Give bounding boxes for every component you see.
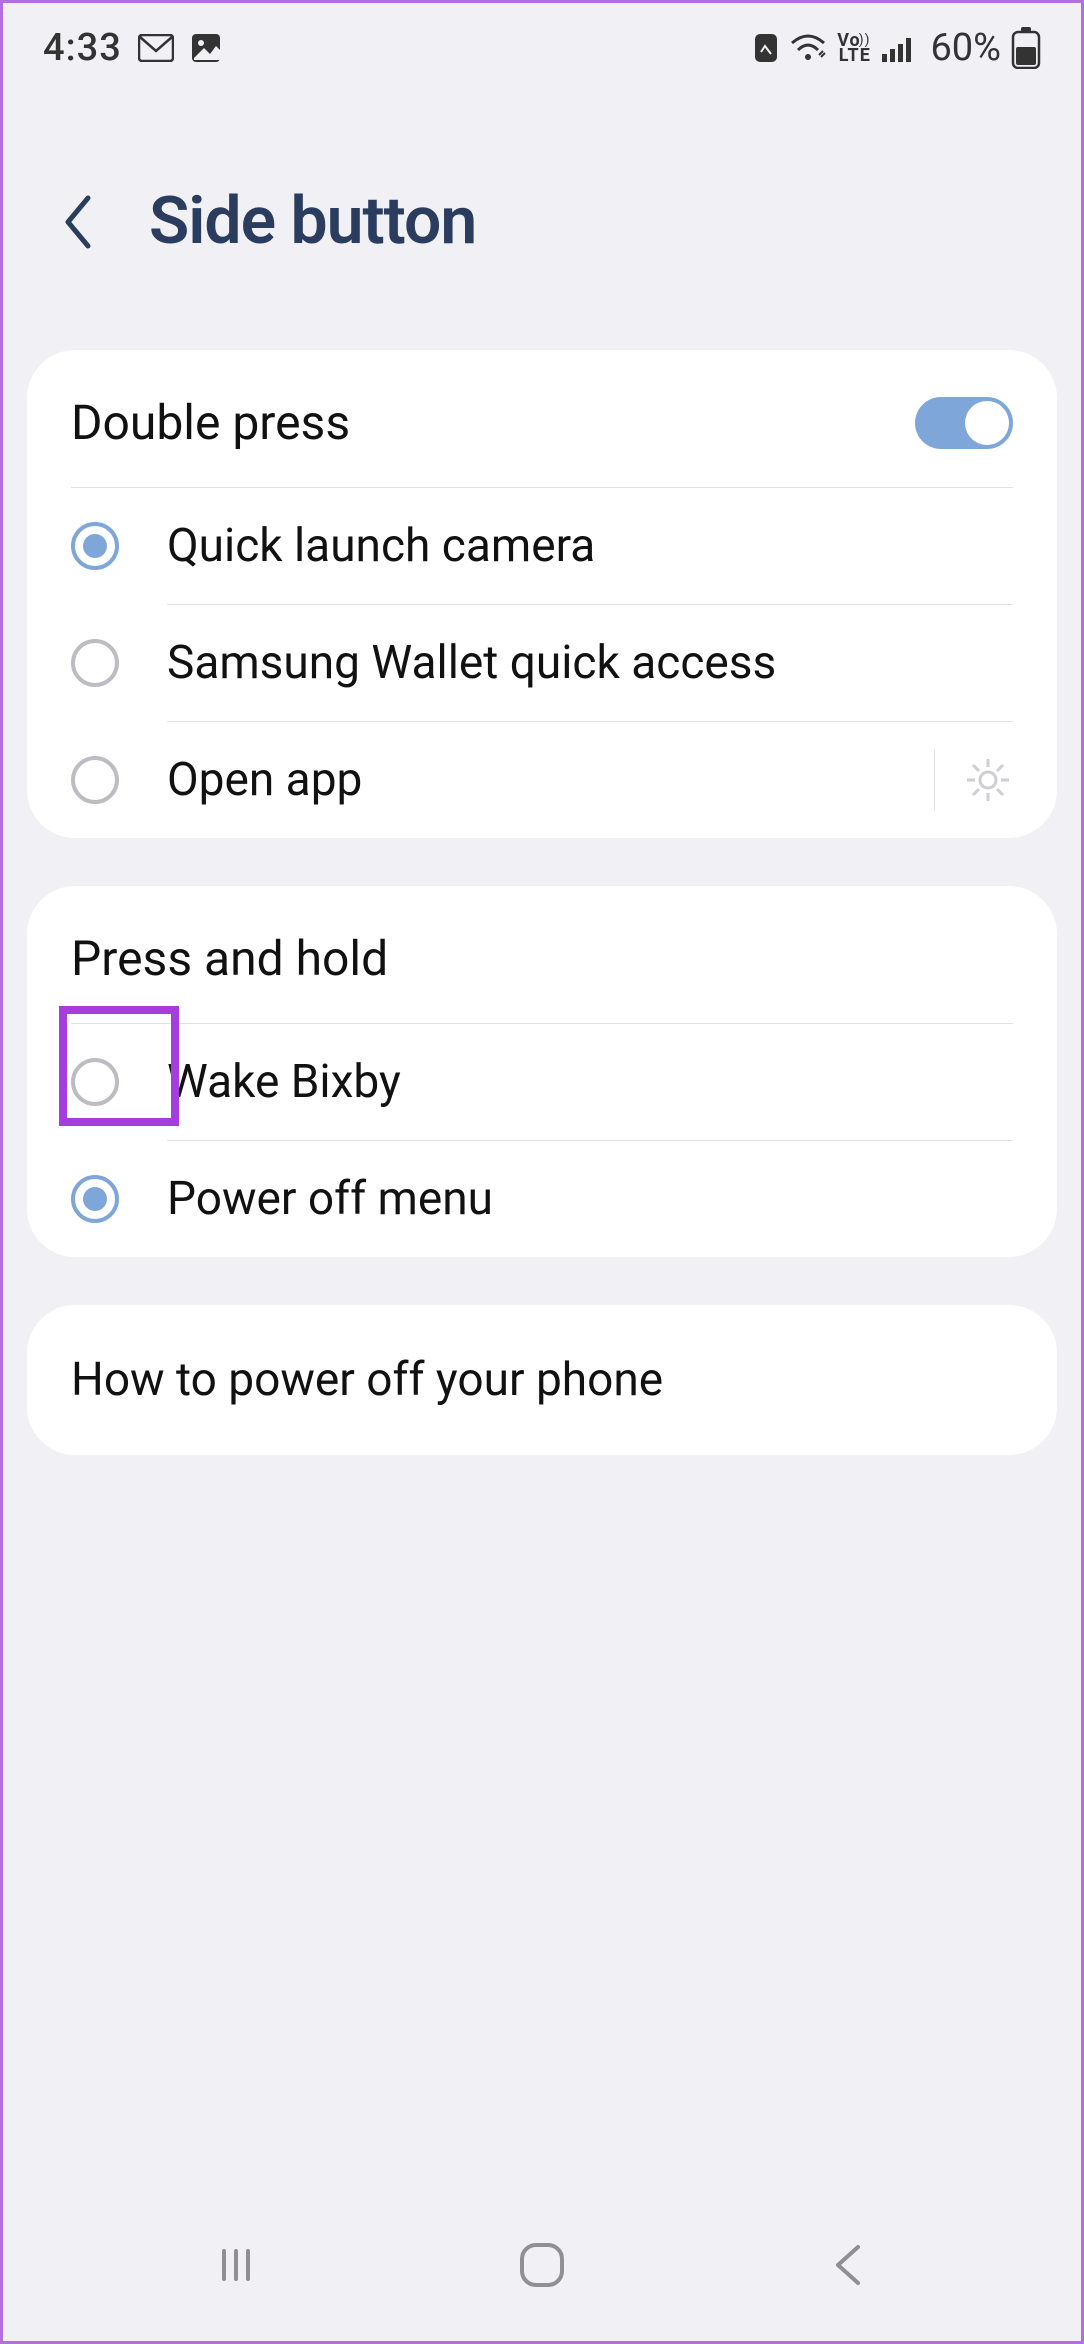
gmail-icon (138, 34, 174, 62)
double-press-toggle[interactable] (915, 397, 1013, 449)
option-wake-bixby[interactable]: Wake Bixby (27, 1024, 1057, 1140)
option-samsung-wallet[interactable]: Samsung Wallet quick access (27, 605, 1057, 721)
option-power-off-menu[interactable]: Power off menu (27, 1141, 1057, 1257)
image-icon (190, 32, 222, 64)
recents-button[interactable] (196, 2225, 276, 2305)
volte-icon: VoLTE (837, 34, 872, 63)
battery-icon (1011, 27, 1041, 69)
back-nav-button[interactable] (808, 2225, 888, 2305)
radio-unselected-icon (71, 639, 119, 687)
radio-selected-icon (71, 1175, 119, 1223)
info-label: How to power off your phone (71, 1353, 1013, 1407)
gear-icon[interactable] (963, 755, 1013, 805)
option-label: Wake Bixby (167, 1055, 1013, 1109)
radio-selected-icon (71, 522, 119, 570)
card-icon (753, 32, 779, 64)
battery-percent: 60% (930, 26, 1001, 70)
option-open-app[interactable]: Open app (27, 722, 1057, 838)
wifi-icon (789, 33, 827, 63)
option-label: Power off menu (167, 1172, 1013, 1226)
how-to-power-off[interactable]: How to power off your phone (27, 1305, 1057, 1455)
option-label: Samsung Wallet quick access (167, 636, 1013, 690)
divider (934, 750, 935, 810)
option-quick-launch-camera[interactable]: Quick launch camera (27, 488, 1057, 604)
press-hold-header: Press and hold (27, 886, 1057, 1023)
page-title: Side button (149, 183, 476, 260)
radio-unselected-icon (71, 756, 119, 804)
double-press-title: Double press (71, 394, 915, 451)
status-time: 4:33 (43, 26, 122, 70)
status-bar: 4:33 VoLTE 60% (3, 3, 1081, 93)
double-press-card: Double press Quick launch camera Samsung… (27, 350, 1057, 838)
navigation-bar (3, 2215, 1081, 2315)
press-hold-title: Press and hold (71, 930, 388, 987)
press-hold-card: Press and hold Wake Bixby Power off menu (27, 886, 1057, 1257)
option-label: Open app (167, 753, 934, 807)
home-button[interactable] (502, 2225, 582, 2305)
signal-icon (882, 34, 916, 62)
page-header: Side button (3, 93, 1081, 350)
radio-unselected-icon (71, 1058, 119, 1106)
double-press-toggle-row[interactable]: Double press (27, 350, 1057, 487)
back-button[interactable] (53, 187, 103, 257)
option-label: Quick launch camera (167, 519, 1013, 573)
